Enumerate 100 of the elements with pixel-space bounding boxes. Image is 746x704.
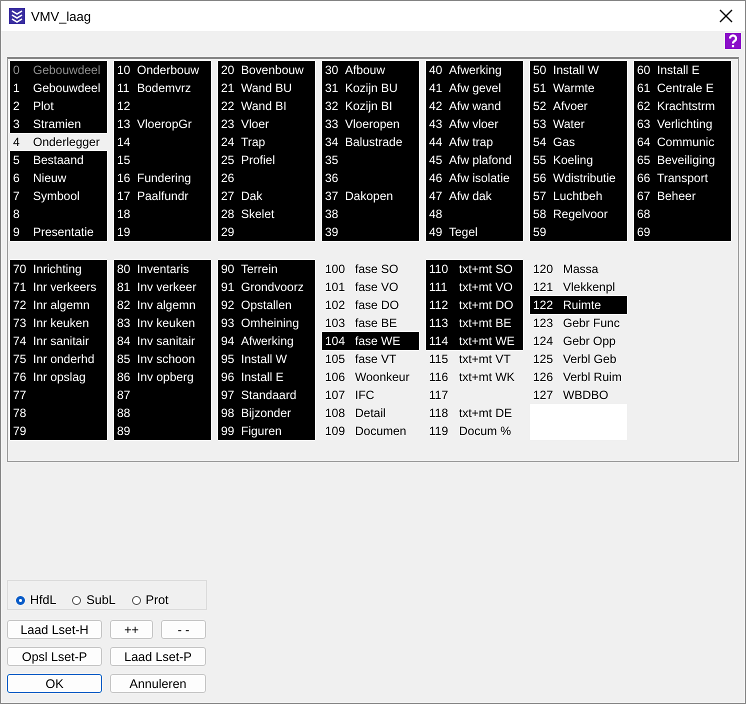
layer-item[interactable]: 88 <box>114 404 211 422</box>
layer-item[interactable]: 16 Fundering <box>114 169 211 187</box>
layer-item[interactable]: 20 Bovenbouw <box>218 61 315 79</box>
layer-item[interactable]: 56 Wdistributie <box>530 169 627 187</box>
layer-item[interactable]: 101 fase VO <box>322 278 419 296</box>
layer-item[interactable]: 30 Afbouw <box>322 61 419 79</box>
layer-item[interactable]: 113 txt+mt BE <box>426 314 523 332</box>
layer-item[interactable]: 36 <box>322 169 419 187</box>
layer-item[interactable]: 73 Inr keuken <box>10 314 107 332</box>
layer-item[interactable]: 2 Plot <box>10 97 107 115</box>
layer-item[interactable]: 6 Nieuw <box>10 169 107 187</box>
layer-item[interactable]: 53 Water <box>530 115 627 133</box>
layer-item[interactable]: 28 Skelet <box>218 205 315 223</box>
layer-item[interactable]: 68 <box>634 205 731 223</box>
layer-item[interactable]: 71 Inr verkeers <box>10 278 107 296</box>
layer-item[interactable]: 103 fase BE <box>322 314 419 332</box>
layer-item[interactable]: 78 <box>10 404 107 422</box>
layer-item[interactable]: 69 <box>634 223 731 241</box>
layer-item[interactable]: 61 Centrale E <box>634 79 731 97</box>
layer-item[interactable]: 118 txt+mt DE <box>426 404 523 422</box>
layer-item[interactable]: 97 Standaard <box>218 386 315 404</box>
layer-item[interactable]: 87 <box>114 386 211 404</box>
dialog-button[interactable]: - - <box>161 620 206 639</box>
layer-item[interactable]: 70 Inrichting <box>10 260 107 278</box>
layer-item[interactable]: 46 Afw isolatie <box>426 169 523 187</box>
layer-item[interactable]: 48 <box>426 205 523 223</box>
layer-item[interactable]: 58 Regelvoor <box>530 205 627 223</box>
layer-item[interactable]: 62 Krachtstrm <box>634 97 731 115</box>
layer-item[interactable]: 107 IFC <box>322 386 419 404</box>
dialog-button[interactable]: OK <box>7 674 102 693</box>
layer-item[interactable]: 85 Inv schoon <box>114 350 211 368</box>
layer-item[interactable]: 33 Vloeropen <box>322 115 419 133</box>
layer-item[interactable]: 17 Paalfundr <box>114 187 211 205</box>
layer-item[interactable]: 109 Documen <box>322 422 419 440</box>
layer-item[interactable]: 27 Dak <box>218 187 315 205</box>
layer-item[interactable]: 10 Onderbouw <box>114 61 211 79</box>
layer-item[interactable]: 42 Afw wand <box>426 97 523 115</box>
layer-item[interactable]: 4 Onderlegger <box>10 133 107 151</box>
layer-item[interactable]: 108 Detail <box>322 404 419 422</box>
layer-item[interactable]: 63 Verlichting <box>634 115 731 133</box>
layer-item[interactable]: 57 Luchtbeh <box>530 187 627 205</box>
layer-item[interactable]: 122 Ruimte <box>530 296 627 314</box>
layer-item[interactable]: 66 Transport <box>634 169 731 187</box>
layer-item[interactable]: 90 Terrein <box>218 260 315 278</box>
layer-item[interactable]: 55 Koeling <box>530 151 627 169</box>
layer-item[interactable]: 52 Afvoer <box>530 97 627 115</box>
layer-item[interactable]: 8 <box>10 205 107 223</box>
layer-item[interactable]: 22 Wand BI <box>218 97 315 115</box>
dialog-button[interactable]: Annuleren <box>110 674 206 693</box>
layer-item[interactable]: 105 fase VT <box>322 350 419 368</box>
layer-item[interactable]: 54 Gas <box>530 133 627 151</box>
layer-item[interactable]: 80 Inventaris <box>114 260 211 278</box>
layer-item[interactable]: 47 Afw dak <box>426 187 523 205</box>
layer-item[interactable]: 100 fase SO <box>322 260 419 278</box>
layer-item[interactable]: 126 Verbl Ruim <box>530 368 627 386</box>
dialog-button[interactable]: Laad Lset-H <box>7 620 102 639</box>
dialog-button[interactable]: ++ <box>110 620 153 639</box>
layer-item[interactable]: 115 txt+mt VT <box>426 350 523 368</box>
layer-item[interactable]: 26 <box>218 169 315 187</box>
dialog-button[interactable]: Opsl Lset-P <box>7 647 102 666</box>
layer-item[interactable]: 112 txt+mt DO <box>426 296 523 314</box>
layer-item[interactable]: 14 <box>114 133 211 151</box>
mode-radio[interactable]: HfdL <box>16 591 56 609</box>
layer-item[interactable]: 81 Inv verkeer <box>114 278 211 296</box>
layer-item[interactable]: 114 txt+mt WE <box>426 332 523 350</box>
layer-item[interactable]: 84 Inv sanitair <box>114 332 211 350</box>
layer-item[interactable]: 65 Beveiliging <box>634 151 731 169</box>
dialog-button[interactable]: Laad Lset-P <box>110 647 206 666</box>
layer-item[interactable]: 121 Vlekkenpl <box>530 278 627 296</box>
layer-item[interactable]: 21 Wand BU <box>218 79 315 97</box>
layer-item[interactable]: 79 <box>10 422 107 440</box>
layer-item[interactable]: 119 Docum % <box>426 422 523 440</box>
layer-item[interactable]: 125 Verbl Geb <box>530 350 627 368</box>
layer-item[interactable]: 74 Inr sanitair <box>10 332 107 350</box>
layer-item[interactable]: 99 Figuren <box>218 422 315 440</box>
layer-item[interactable]: 12 <box>114 97 211 115</box>
help-icon[interactable] <box>725 33 741 49</box>
layer-item[interactable]: 83 Inv keuken <box>114 314 211 332</box>
layer-item[interactable]: 110 txt+mt SO <box>426 260 523 278</box>
layer-item[interactable]: 92 Opstallen <box>218 296 315 314</box>
close-icon[interactable] <box>719 9 733 23</box>
layer-item[interactable]: 96 Install E <box>218 368 315 386</box>
layer-item[interactable]: 120 Massa <box>530 260 627 278</box>
layer-item[interactable]: 123 Gebr Func <box>530 314 627 332</box>
layer-item[interactable]: 64 Communic <box>634 133 731 151</box>
layer-item[interactable]: 38 <box>322 205 419 223</box>
layer-item[interactable]: 116 txt+mt WK <box>426 368 523 386</box>
layer-item[interactable]: 127 WBDBO <box>530 386 627 404</box>
layer-item[interactable]: 94 Afwerking <box>218 332 315 350</box>
layer-item[interactable]: 43 Afw vloer <box>426 115 523 133</box>
layer-item[interactable]: 75 Inr onderhd <box>10 350 107 368</box>
layer-item[interactable]: 15 <box>114 151 211 169</box>
layer-item[interactable]: 40 Afwerking <box>426 61 523 79</box>
layer-item[interactable]: 41 Afw gevel <box>426 79 523 97</box>
layer-item[interactable]: 76 Inr opslag <box>10 368 107 386</box>
layer-item[interactable]: 104 fase WE <box>322 332 419 350</box>
layer-item[interactable]: 24 Trap <box>218 133 315 151</box>
layer-item[interactable]: 89 <box>114 422 211 440</box>
layer-item[interactable]: 82 Inv algemn <box>114 296 211 314</box>
layer-item[interactable]: 35 <box>322 151 419 169</box>
